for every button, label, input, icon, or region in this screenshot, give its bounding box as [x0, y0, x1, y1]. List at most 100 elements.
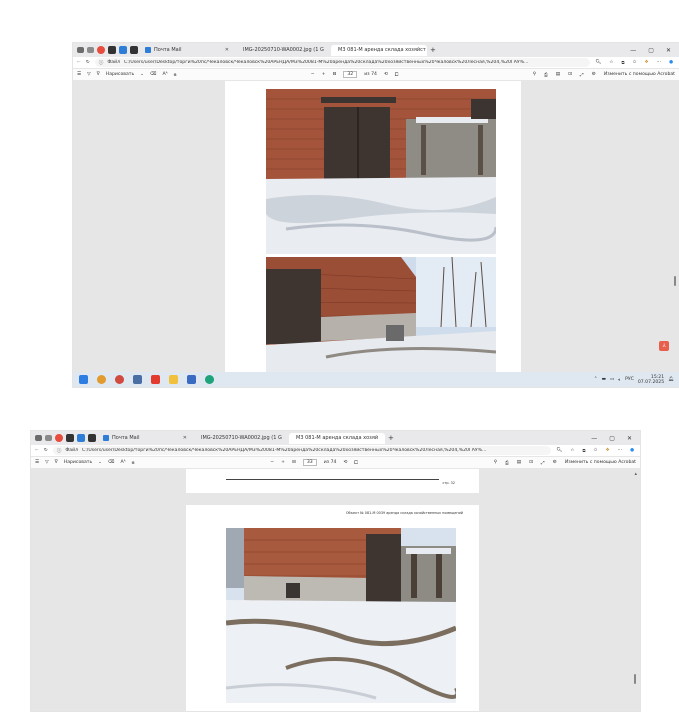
zoom-icon[interactable]: 🔍︎ [595, 60, 601, 65]
mail-favicon-icon[interactable] [119, 46, 127, 54]
maximize-button[interactable]: ▢ [609, 435, 615, 442]
tab-pdf[interactable]: М3 081-М аренда склада хозяйст ✕ [331, 44, 427, 56]
settings-gear-icon[interactable]: ⚙ [592, 72, 596, 77]
mail-favicon-icon[interactable] [77, 434, 85, 442]
opera-favicon-icon[interactable] [55, 434, 63, 442]
address-field[interactable]: ⓘ Файл C:/Users/user/Desktop/торги%20пс/… [52, 446, 552, 455]
language-indicator[interactable]: РУС [625, 377, 634, 382]
volume-icon[interactable]: 🔈︎ [618, 377, 621, 383]
acrobat-float-icon[interactable]: ⅄ [659, 341, 669, 351]
extensions-icon[interactable]: ❖ [644, 60, 648, 65]
highlight-icon[interactable]: ▽ [87, 72, 91, 77]
app-favicon-icon[interactable] [108, 46, 116, 54]
save-as-icon[interactable]: ⊡ [568, 72, 572, 77]
tab-mail[interactable]: Почта Mail ✕ [99, 433, 191, 444]
zoom-in-button[interactable]: + [322, 72, 326, 77]
app-icon[interactable] [97, 375, 106, 384]
print-icon[interactable]: ⎙ [505, 460, 509, 466]
draw-icon[interactable]: ∇ [97, 72, 100, 77]
favorites-icon[interactable]: ✩ [594, 448, 598, 453]
scroll-up-arrow-icon[interactable]: ▴ [634, 471, 637, 477]
tab-image[interactable]: IMG-20250710-WA0002.jpg (1 G ✕ [194, 433, 286, 444]
yandex-icon[interactable] [151, 375, 160, 384]
search-icon[interactable]: ⚲ [533, 72, 536, 77]
draw-button[interactable]: Нарисовать [64, 460, 92, 465]
print-icon[interactable]: ⎙ [544, 72, 548, 78]
favorite-star-icon[interactable]: ☆ [570, 448, 574, 453]
more-menu-icon[interactable]: ··· [618, 448, 622, 453]
info-icon[interactable]: ⓘ [99, 60, 104, 66]
fullscreen-icon[interactable]: ⤢ [580, 72, 584, 78]
close-window-button[interactable]: ✕ [627, 435, 632, 442]
acrobat-edit-button[interactable]: Изменить с помощью Acrobat [604, 72, 675, 77]
split-screen-icon[interactable]: ⧉ [582, 448, 585, 454]
close-icon[interactable]: ✕ [225, 47, 229, 53]
chevron-down-icon[interactable]: ⌄ [98, 460, 102, 465]
eraser-icon[interactable]: ⌫ [108, 460, 115, 465]
tab-actions-icon[interactable] [45, 435, 52, 441]
edge-icon[interactable] [205, 375, 214, 384]
copilot-icon[interactable]: ● [630, 448, 634, 453]
contents-icon[interactable]: ☰ [35, 460, 39, 465]
zoom-out-button[interactable]: − [311, 72, 315, 77]
page-number-input[interactable]: 33 [302, 459, 317, 466]
folder-icon[interactable] [169, 375, 178, 384]
draw-icon[interactable]: ∇ [55, 460, 58, 465]
app-favicon-icon[interactable] [130, 46, 138, 54]
save-icon[interactable]: ▤ [556, 72, 560, 77]
address-field[interactable]: ⓘ Файл C:/Users/user/Desktop/торги%20пс/… [94, 58, 591, 67]
fullscreen-icon[interactable]: ⤢ [541, 460, 545, 466]
notification-bell-icon[interactable]: 🔔︎ [668, 377, 674, 382]
new-tab-button[interactable]: + [430, 46, 436, 54]
acrobat-edit-button[interactable]: Изменить с помощью Acrobat [565, 460, 636, 465]
tab-image[interactable]: IMG-20250710-WA0002.jpg (1 G ✕ [236, 45, 328, 56]
split-screen-icon[interactable]: ⧉ [621, 60, 624, 66]
tab-mail[interactable]: Почта Mail ✕ [141, 45, 233, 56]
fit-page-icon[interactable]: ⊟ [332, 72, 336, 77]
fit-page-icon[interactable]: ⊟ [292, 460, 296, 465]
vertical-scrollbar[interactable] [674, 276, 676, 286]
contents-icon[interactable]: ☰ [77, 72, 81, 77]
app-icon[interactable] [133, 375, 142, 384]
minimize-button[interactable]: — [630, 47, 636, 54]
zoom-icon[interactable]: 🔍︎ [556, 448, 562, 453]
text-size-button[interactable]: Aᴬ [163, 72, 168, 77]
read-aloud-icon[interactable]: ꬰ [174, 72, 177, 78]
rotate-icon[interactable]: ⟲ [384, 72, 388, 77]
eraser-icon[interactable]: ⌫ [150, 72, 157, 77]
clock[interactable]: 15:21 07.07.2025 [638, 375, 664, 385]
chevron-down-icon[interactable]: ⌄ [140, 72, 144, 77]
refresh-icon[interactable]: ↻ [86, 60, 90, 65]
search-icon[interactable]: ⚲ [494, 460, 497, 465]
browser-icon[interactable] [115, 375, 124, 384]
draw-button[interactable]: Нарисовать [106, 72, 134, 77]
refresh-icon[interactable]: ↻ [44, 448, 48, 453]
app-favicon-icon[interactable] [66, 434, 74, 442]
info-icon[interactable]: ⓘ [57, 448, 62, 454]
highlight-icon[interactable]: ▽ [45, 460, 49, 465]
copilot-icon[interactable]: ● [669, 60, 673, 65]
text-size-button[interactable]: Aᴬ [121, 460, 126, 465]
close-icon[interactable]: ✕ [183, 435, 187, 441]
page-view-icon[interactable]: ⧠ [354, 460, 358, 466]
display-icon[interactable]: ▭ [610, 377, 614, 382]
favorites-icon[interactable]: ✩ [633, 60, 637, 65]
chevron-up-icon[interactable]: ⌃ [594, 377, 598, 382]
more-menu-icon[interactable]: ··· [657, 60, 661, 65]
zoom-out-button[interactable]: − [270, 460, 274, 465]
workspaces-icon[interactable] [77, 47, 84, 53]
pdf-viewer-area[interactable]: ⅄ [73, 81, 679, 374]
read-aloud-icon[interactable]: ꬰ [132, 460, 135, 466]
save-as-icon[interactable]: ⊡ [529, 460, 533, 465]
windows-start-icon[interactable] [79, 375, 88, 384]
pdf-viewer-area[interactable]: стр. 32 Объект № 081-М 0039 аренда склад… [31, 469, 640, 711]
network-icon[interactable]: ▬ [602, 377, 606, 382]
save-icon[interactable]: ▤ [517, 460, 521, 465]
tab-pdf[interactable]: М3 081-М аренда склада хозяй ✕ [289, 432, 385, 444]
page-view-icon[interactable]: ⧠ [395, 72, 399, 78]
zoom-in-button[interactable]: + [281, 460, 285, 465]
minimize-button[interactable]: — [591, 435, 597, 442]
rotate-icon[interactable]: ⟲ [343, 460, 347, 465]
vertical-scrollbar[interactable] [634, 674, 636, 684]
new-tab-button[interactable]: + [388, 434, 394, 442]
